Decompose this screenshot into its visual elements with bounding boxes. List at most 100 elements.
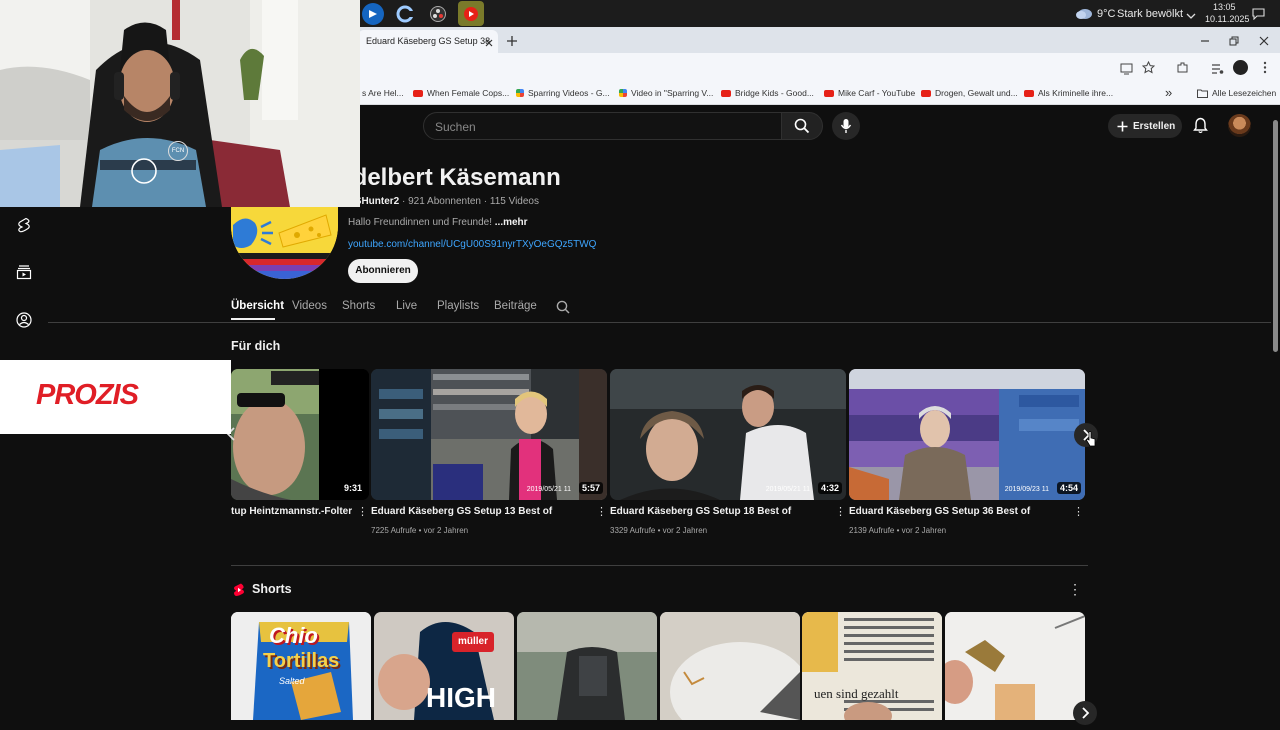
notifications-bell-icon[interactable]	[1193, 117, 1208, 134]
section-shorts-title: Shorts	[252, 582, 292, 596]
video-stats: 2139 Aufrufe • vor 2 Jahren	[849, 526, 947, 535]
short-thumbnail[interactable]	[660, 612, 800, 720]
google-drive-icon	[619, 89, 627, 97]
bookmark-item[interactable]: Video in "Sparring V...	[619, 88, 713, 98]
channel-subscribers: 921 Abonnenten	[408, 196, 481, 207]
more-link[interactable]: ...mehr	[495, 217, 528, 228]
video-duration: 4:54	[1056, 482, 1081, 494]
shorts-menu-icon[interactable]: ⋮	[1068, 581, 1082, 598]
all-bookmarks[interactable]: Alle Lesezeichen	[1197, 88, 1276, 98]
bookmark-item[interactable]: Als Kriminelle ihre...	[1024, 88, 1113, 98]
tab-playlists[interactable]: Playlists	[437, 300, 479, 312]
subscriptions-icon[interactable]	[16, 264, 32, 280]
new-tab-icon[interactable]	[506, 34, 518, 46]
channel-search-icon[interactable]	[556, 300, 570, 314]
video-duration: 4:32	[817, 482, 842, 494]
bookmark-item[interactable]: Mike Carf - YouTube	[824, 88, 915, 98]
short-thumbnail[interactable]	[517, 612, 657, 720]
subscribe-button[interactable]: Abonnieren	[348, 259, 418, 283]
microphone-icon	[840, 119, 852, 133]
plus-icon	[1117, 121, 1128, 131]
short-text: müller	[458, 636, 489, 647]
tab-videos[interactable]: Videos	[292, 300, 327, 312]
video-title[interactable]: Eduard Käseberg GS Setup 13 Best of	[371, 506, 552, 517]
channel-video-count: 115 Videos	[489, 196, 539, 207]
weather-temp: 9°C	[1097, 8, 1116, 20]
search-icon	[794, 118, 810, 134]
short-text: Salted	[279, 676, 305, 686]
taskbar-obs-icon[interactable]	[427, 3, 449, 25]
bookmark-star-icon[interactable]	[1141, 60, 1156, 74]
video-timestamp: 2019/05/21 11	[765, 486, 810, 493]
bookmark-item[interactable]: When Female Cops...	[413, 88, 509, 98]
tab-live[interactable]: Live	[396, 300, 417, 312]
channel-avatar	[231, 205, 338, 279]
shorts-icon[interactable]	[16, 217, 32, 233]
weather-text: Stark bewölkt	[1117, 8, 1184, 20]
video-timestamp: 2019/05/21 11	[526, 486, 571, 493]
channel-link[interactable]: youtube.com/channel/UCgU00S91nyrTXyOeGQz…	[348, 239, 596, 250]
clock-time[interactable]: 13:05	[1213, 2, 1236, 12]
shorts-next-button[interactable]	[1073, 701, 1097, 725]
video-title[interactable]: Eduard Käseberg GS Setup 18 Best of	[610, 506, 791, 517]
video-menu-icon[interactable]: ⋮	[357, 506, 368, 518]
video-stats: 3329 Aufrufe • vor 2 Jahren	[610, 526, 708, 535]
chevron-right-icon	[1082, 707, 1090, 719]
short-text: HIGH	[426, 682, 496, 713]
bookmark-item[interactable]: Bridge Kids - Good...	[721, 88, 814, 98]
notification-icon[interactable]	[1252, 7, 1265, 21]
video-thumbnail[interactable]: 2019/05/21 11 5:57	[371, 369, 607, 500]
voice-search-button[interactable]	[832, 112, 860, 140]
bookmark-item[interactable]: Drogen, Gewalt und...	[921, 88, 1018, 98]
browser-tab-active[interactable]: Eduard Käseberg GS Setup 38	[358, 30, 498, 53]
tab-title: Eduard Käseberg GS Setup 38	[366, 36, 491, 46]
chrome-menu-icon[interactable]	[1262, 61, 1268, 74]
video-menu-icon[interactable]: ⋮	[596, 506, 607, 518]
bookmark-item[interactable]: s Are Hel...	[362, 88, 404, 98]
create-button[interactable]: Erstellen	[1108, 114, 1182, 138]
account-avatar[interactable]	[1228, 114, 1251, 137]
short-thumbnail[interactable]: müller HIGH	[374, 612, 514, 720]
video-thumbnail[interactable]: 2019/09/23 11 4:54	[849, 369, 1085, 500]
short-thumbnail[interactable]: Chio Tortillas Salted	[231, 612, 371, 720]
search-button[interactable]	[781, 112, 823, 140]
youtube-icon	[921, 89, 931, 97]
bookmark-item[interactable]: Sparring Videos - G...	[516, 88, 610, 98]
youtube-icon	[1024, 89, 1034, 97]
tab-close-icon[interactable]	[484, 35, 494, 47]
short-thumbnail[interactable]	[945, 612, 1085, 720]
tab-shorts[interactable]: Shorts	[342, 300, 375, 312]
scrollbar-thumb[interactable]	[1273, 120, 1278, 352]
webcam-overlay: FCN	[0, 0, 360, 207]
video-thumbnail[interactable]: 2019/05/21 11 4:32	[610, 369, 846, 500]
minimize-icon[interactable]	[1199, 34, 1211, 46]
taskbar-youtube-icon[interactable]	[458, 1, 484, 26]
you-account-icon[interactable]	[16, 312, 32, 328]
profile-avatar-icon[interactable]	[1233, 60, 1248, 75]
video-title[interactable]: Eduard Käseberg GS Setup 36 Best of	[849, 506, 1030, 517]
bookmarks-overflow-icon[interactable]: »	[1165, 85, 1172, 100]
media-control-icon[interactable]	[1211, 62, 1224, 74]
clock-date[interactable]: 10.11.2025	[1205, 14, 1249, 24]
taskbar-ccleaner-icon[interactable]	[394, 3, 416, 25]
chevron-down-icon[interactable]	[1186, 8, 1196, 19]
section-divider	[231, 565, 1088, 566]
page-scrollbar[interactable]	[1271, 108, 1280, 720]
video-title[interactable]: tup Heintzmannstr.-Folter	[231, 506, 352, 517]
youtube-icon	[721, 89, 731, 97]
tab-overview[interactable]: Übersicht	[231, 300, 284, 312]
taskbar-app-icon-1[interactable]	[362, 3, 384, 25]
restore-icon[interactable]	[1228, 34, 1240, 46]
video-menu-icon[interactable]: ⋮	[835, 506, 846, 518]
tab-posts[interactable]: Beiträge	[494, 300, 537, 312]
video-thumbnail[interactable]: 9:31	[231, 369, 369, 500]
extensions-icon[interactable]	[1176, 61, 1189, 74]
install-app-icon[interactable]	[1120, 62, 1133, 75]
video-duration: 5:57	[578, 482, 603, 494]
close-window-icon[interactable]	[1258, 34, 1270, 46]
video-menu-icon[interactable]: ⋮	[1073, 506, 1084, 518]
search-input[interactable]: Suchen	[423, 112, 782, 140]
youtube-icon	[824, 89, 834, 97]
channel-description[interactable]: Hallo Freundinnen und Freunde! ...mehr	[348, 217, 528, 228]
short-thumbnail[interactable]: uen sind gezahlt	[802, 612, 942, 720]
